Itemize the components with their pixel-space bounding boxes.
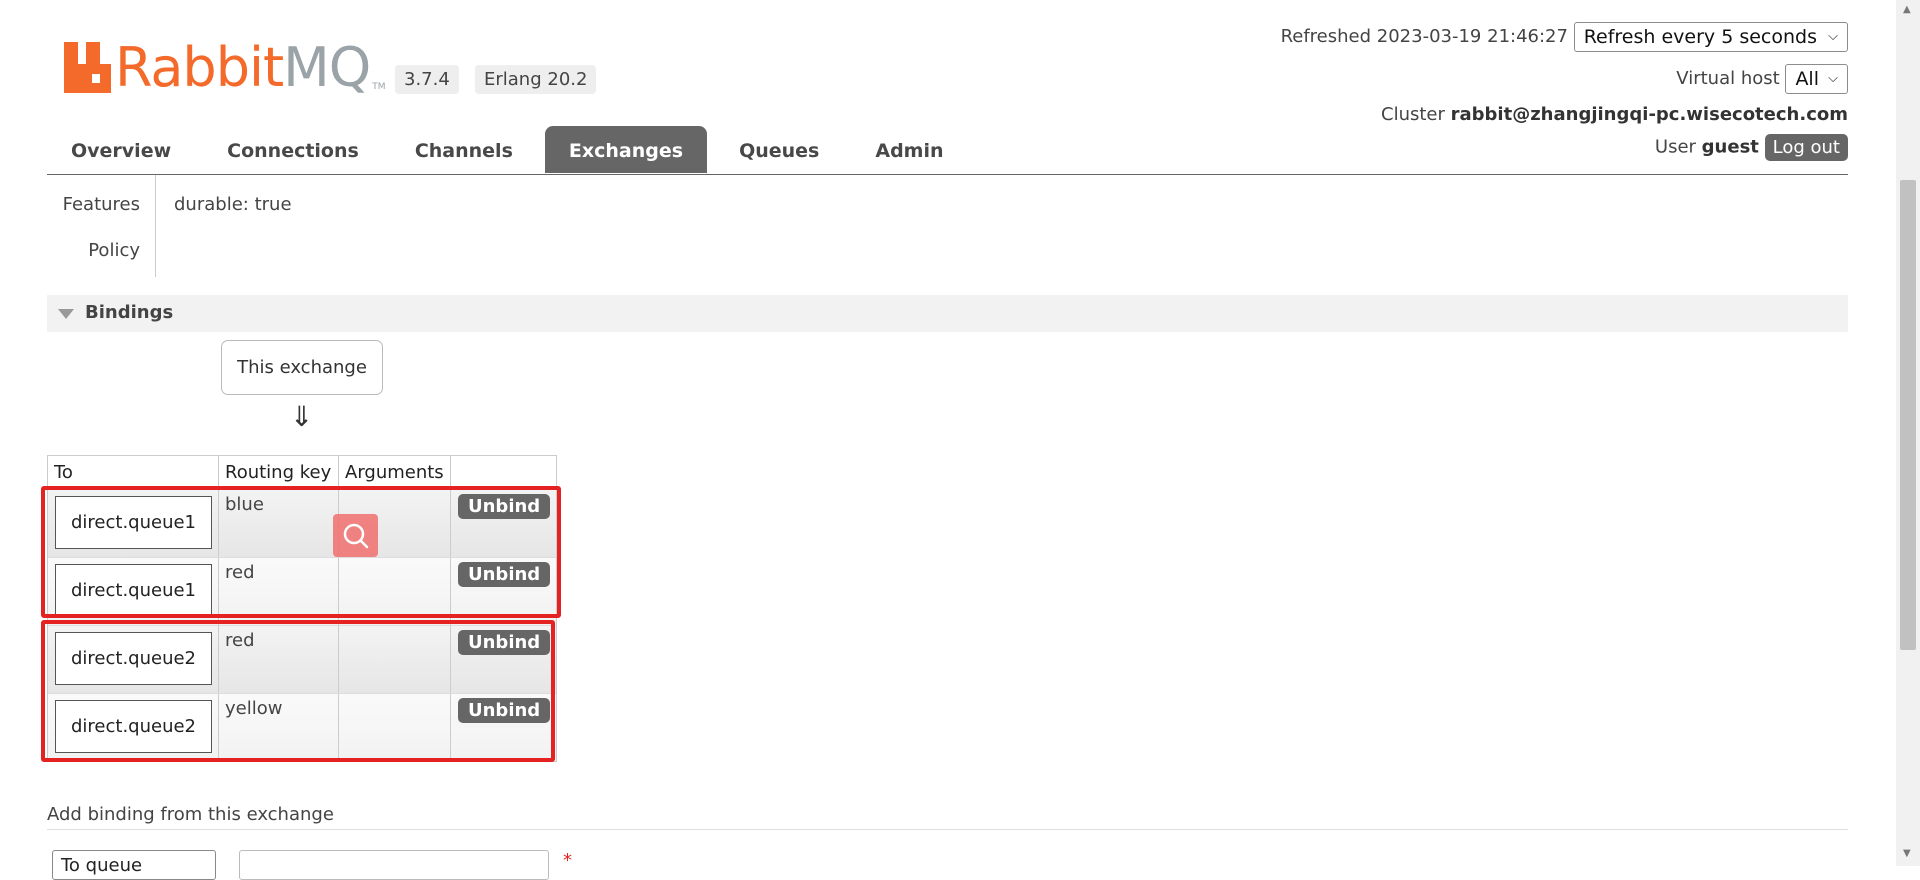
destination-name-input[interactable] (239, 850, 549, 880)
user-row: User guest Log out (1655, 134, 1848, 161)
vertical-scrollbar[interactable]: ▲ ▼ (1896, 0, 1920, 866)
col-header-routing-key: Routing key (219, 456, 339, 489)
highlight-box-queue2 (41, 620, 555, 762)
details-separator (155, 175, 156, 277)
refreshed-time: 2023-03-19 21:46:27 (1376, 26, 1568, 47)
rabbitmq-logo: RabbitMQ TM (64, 38, 386, 98)
highlight-box-queue1 (41, 486, 561, 618)
bindings-section-header[interactable]: Bindings (47, 295, 1848, 332)
features-durable-value: true (254, 194, 292, 215)
features-value: durable: true (174, 194, 292, 215)
required-mark: * (563, 850, 572, 871)
table-header: To Routing key Arguments (48, 456, 556, 490)
col-header-to: To (48, 456, 219, 489)
chevron-down-icon: ⌵ (1828, 29, 1838, 44)
main-nav: Overview Connections Channels Exchanges … (47, 126, 976, 173)
vhost-label: Virtual host (1676, 68, 1780, 89)
logo-text-mq: MQ (283, 36, 371, 99)
chevron-down-icon: ⌵ (1828, 71, 1838, 86)
destination-type-select[interactable]: To queue (52, 850, 216, 880)
vhost-select[interactable]: All ⌵ (1785, 64, 1848, 94)
nav-divider (47, 174, 1848, 175)
tab-admin[interactable]: Admin (851, 126, 967, 173)
logo-trademark: TM (372, 82, 386, 92)
user-label: User (1654, 136, 1696, 158)
version-badge: 3.7.4 (395, 65, 459, 94)
search-icon (343, 523, 369, 549)
scrollbar-thumb[interactable] (1900, 180, 1916, 650)
refresh-row: Refreshed 2023-03-19 21:46:27 Refresh ev… (1281, 22, 1848, 52)
collapse-triangle-icon (58, 309, 74, 319)
add-binding-divider (47, 829, 1848, 830)
erlang-version-badge: Erlang 20.2 (475, 65, 597, 94)
vhost-row: Virtual host All ⌵ (1676, 64, 1848, 94)
features-label: Features (62, 194, 140, 215)
tab-queues[interactable]: Queues (715, 126, 843, 173)
tab-connections[interactable]: Connections (203, 126, 383, 173)
bindings-title: Bindings (85, 302, 174, 323)
refresh-interval-select[interactable]: Refresh every 5 seconds ⌵ (1573, 22, 1848, 52)
cluster-name: rabbit@zhangjingqi-pc.wisecotech.com (1450, 104, 1848, 125)
cluster-row: Cluster rabbit@zhangjingqi-pc.wisecotech… (1381, 104, 1848, 125)
tab-channels[interactable]: Channels (391, 126, 537, 173)
col-header-arguments: Arguments (339, 456, 451, 489)
search-overlay-button[interactable] (333, 514, 378, 557)
refreshed-label: Refreshed (1280, 26, 1372, 47)
scroll-up-icon[interactable]: ▲ (1903, 4, 1911, 15)
this-exchange-box: This exchange (221, 340, 383, 395)
down-arrow-icon: ⇓ (290, 400, 314, 433)
cluster-label: Cluster (1381, 104, 1445, 125)
rabbitmq-logo-mark-icon (64, 42, 111, 93)
scroll-down-icon[interactable]: ▼ (1903, 848, 1911, 859)
tab-exchanges[interactable]: Exchanges (544, 126, 708, 173)
tab-overview[interactable]: Overview (47, 126, 195, 173)
policy-label: Policy (88, 240, 140, 261)
col-header-actions (451, 456, 556, 489)
features-key: durable: (174, 194, 249, 215)
logo-text-rabbit: Rabbit (115, 36, 284, 99)
add-binding-title: Add binding from this exchange (47, 804, 334, 825)
user-name: guest (1701, 136, 1759, 158)
logout-button[interactable]: Log out (1764, 134, 1848, 161)
